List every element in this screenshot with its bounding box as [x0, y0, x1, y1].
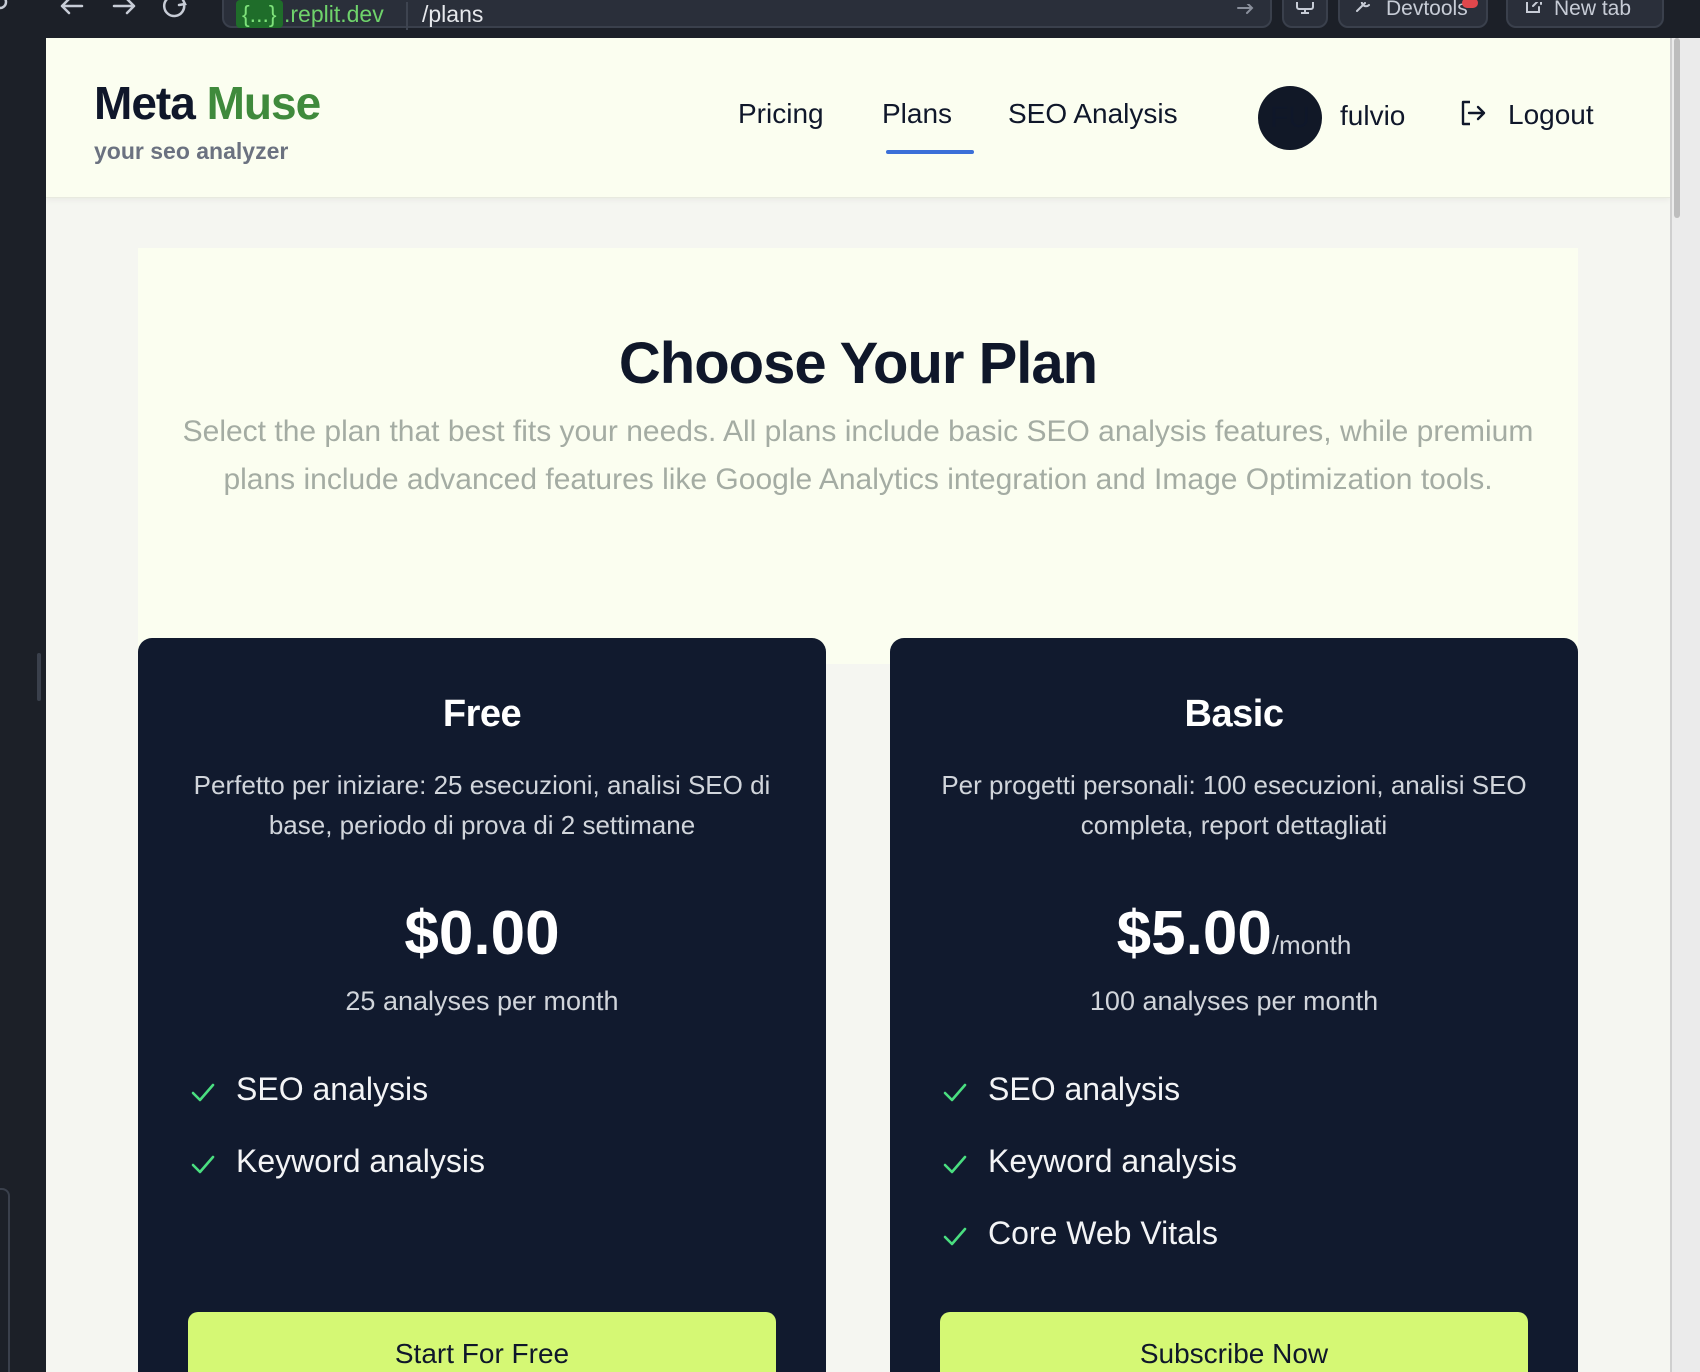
nav-plans[interactable]: Plans — [882, 98, 952, 130]
url-domain: .replit.dev — [284, 1, 384, 27]
scrollbar-track[interactable] — [1670, 38, 1700, 1372]
check-icon — [191, 1155, 215, 1174]
plan-description: Per progetti personali: 100 esecuzioni, … — [941, 770, 1527, 840]
forward-icon[interactable] — [112, 0, 138, 20]
check-icon — [943, 1155, 967, 1174]
active-nav-indicator — [886, 150, 974, 154]
logout-icon — [1461, 100, 1486, 126]
feature-label: Keyword analysis — [988, 1143, 1237, 1179]
devtools-label: Devtools — [1386, 0, 1468, 20]
wrench-icon — [1356, 2, 1370, 12]
side-panel-outline — [0, 1188, 10, 1372]
plan-features: SEO analysis Keyword analysis — [190, 1071, 790, 1215]
plan-analyses: 100 analyses per month — [1089, 986, 1379, 1016]
browser-window: {...} .replit.dev /plans Devtools New ta… — [0, 0, 1700, 1372]
feature-item: Keyword analysis — [190, 1143, 790, 1215]
feature-label: Core Web Vitals — [988, 1215, 1219, 1251]
brand-highlight: Muse — [206, 77, 322, 129]
feature-label: SEO analysis — [988, 1071, 1181, 1107]
feature-label: Keyword analysis — [236, 1143, 485, 1179]
plan-name: Free — [442, 693, 522, 735]
check-icon — [943, 1227, 967, 1246]
logo[interactable]: Meta Muse — [94, 76, 322, 130]
plan-period: /month — [1271, 930, 1352, 960]
arrow-right-icon[interactable] — [1236, 4, 1256, 24]
browser-toolbar: {...} .replit.dev /plans Devtools New ta… — [0, 0, 1700, 38]
external-link-icon — [1526, 2, 1542, 13]
subscribe-now-button[interactable]: Subscribe Now — [940, 1312, 1528, 1372]
plan-description: Perfetto per iniziare: 25 esecuzioni, an… — [193, 770, 771, 840]
plans-intro: Choose Your Plan Select the plan that be… — [138, 248, 1578, 664]
plan-price: $5.00 — [1116, 899, 1272, 968]
host-badge: {...} — [236, 0, 283, 28]
brand-name: Meta — [94, 77, 196, 129]
plan-price-line: $5.00/month — [890, 898, 1578, 969]
gear-icon[interactable] — [0, 0, 16, 16]
resize-handle[interactable] — [37, 653, 41, 701]
reload-icon[interactable] — [162, 0, 188, 20]
left-sidebar — [0, 38, 46, 1372]
plan-card-free: Free Perfetto per iniziare: 25 esecuzion… — [138, 638, 826, 1372]
page-subtitle: Select the plan that best fits your need… — [182, 415, 1534, 496]
page-title: Choose Your Plan — [618, 331, 1098, 396]
notification-dot — [1462, 0, 1478, 8]
scrollbar-thumb[interactable] — [1674, 38, 1680, 218]
url-path: /plans — [422, 1, 484, 27]
address-divider — [406, 2, 408, 30]
nav-pricing[interactable]: Pricing — [738, 98, 824, 130]
address-bar[interactable]: {...} .replit.dev /plans — [222, 0, 1272, 30]
feature-item: SEO analysis — [942, 1071, 1542, 1143]
monitor-icon — [1296, 2, 1314, 14]
feature-item: Core Web Vitals — [942, 1215, 1542, 1287]
feature-label: SEO analysis — [236, 1071, 429, 1107]
plan-card-basic: Basic Per progetti personali: 100 esecuz… — [890, 638, 1578, 1372]
back-icon[interactable] — [58, 0, 84, 20]
new-tab-button[interactable]: New tab — [1506, 0, 1664, 28]
check-icon — [943, 1083, 967, 1102]
plan-features: SEO analysis Keyword analysis Core Web V… — [942, 1071, 1542, 1287]
screen-button[interactable] — [1282, 0, 1328, 28]
tagline: your seo analyzer — [94, 138, 289, 164]
plan-name: Basic — [1184, 693, 1284, 735]
plan-price: $0.00 — [404, 899, 560, 968]
feature-item: Keyword analysis — [942, 1143, 1542, 1215]
plan-price-line: $0.00 — [138, 898, 826, 969]
nav-seo-analysis[interactable]: SEO Analysis — [1008, 98, 1178, 130]
site-header: Meta Muse your seo analyzer Pricing Plan… — [46, 38, 1670, 198]
avatar[interactable]: FU — [1258, 86, 1322, 150]
new-tab-label: New tab — [1554, 0, 1632, 20]
check-icon — [191, 1083, 215, 1102]
feature-item: SEO analysis — [190, 1071, 790, 1143]
plan-analyses: 25 analyses per month — [345, 986, 619, 1016]
page-viewport: Meta Muse your seo analyzer Pricing Plan… — [46, 38, 1670, 1372]
devtools-button[interactable]: Devtools — [1338, 0, 1488, 28]
start-for-free-button[interactable]: Start For Free — [188, 1312, 776, 1372]
username: fulvio — [1340, 100, 1406, 131]
logout-label: Logout — [1508, 99, 1594, 130]
